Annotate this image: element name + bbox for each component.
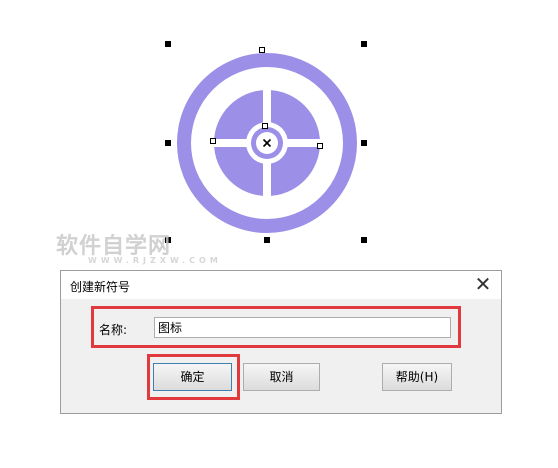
dialog-titlebar: 创建新符号 ✕ [61,271,501,299]
node-left [210,138,216,144]
watermark-sub: WWW.RJZXW.COM [88,256,222,265]
cancel-button[interactable]: 取消 [243,363,320,391]
handle-right [361,140,367,146]
name-input[interactable] [154,317,451,338]
close-icon[interactable]: ✕ [473,272,493,296]
handle-top-left [165,41,171,47]
node-top [259,47,265,53]
help-button[interactable]: 帮助(H) [382,363,452,391]
name-label: 名称: [99,323,128,337]
node-right [317,143,323,149]
dialog-title: 创建新符号 [70,280,131,294]
ok-button[interactable]: 确定 [153,363,232,391]
watermark: 软件自学网 WWW.RJZXW.COM [56,228,222,265]
handle-top-right [361,41,367,47]
handle-bottom [264,237,270,243]
create-symbol-dialog: 创建新符号 ✕ 名称: 确定 取消 帮助(H) [60,270,502,414]
node-inner-top [262,123,268,129]
handle-bottom-right [361,237,367,243]
handle-left [165,140,171,146]
